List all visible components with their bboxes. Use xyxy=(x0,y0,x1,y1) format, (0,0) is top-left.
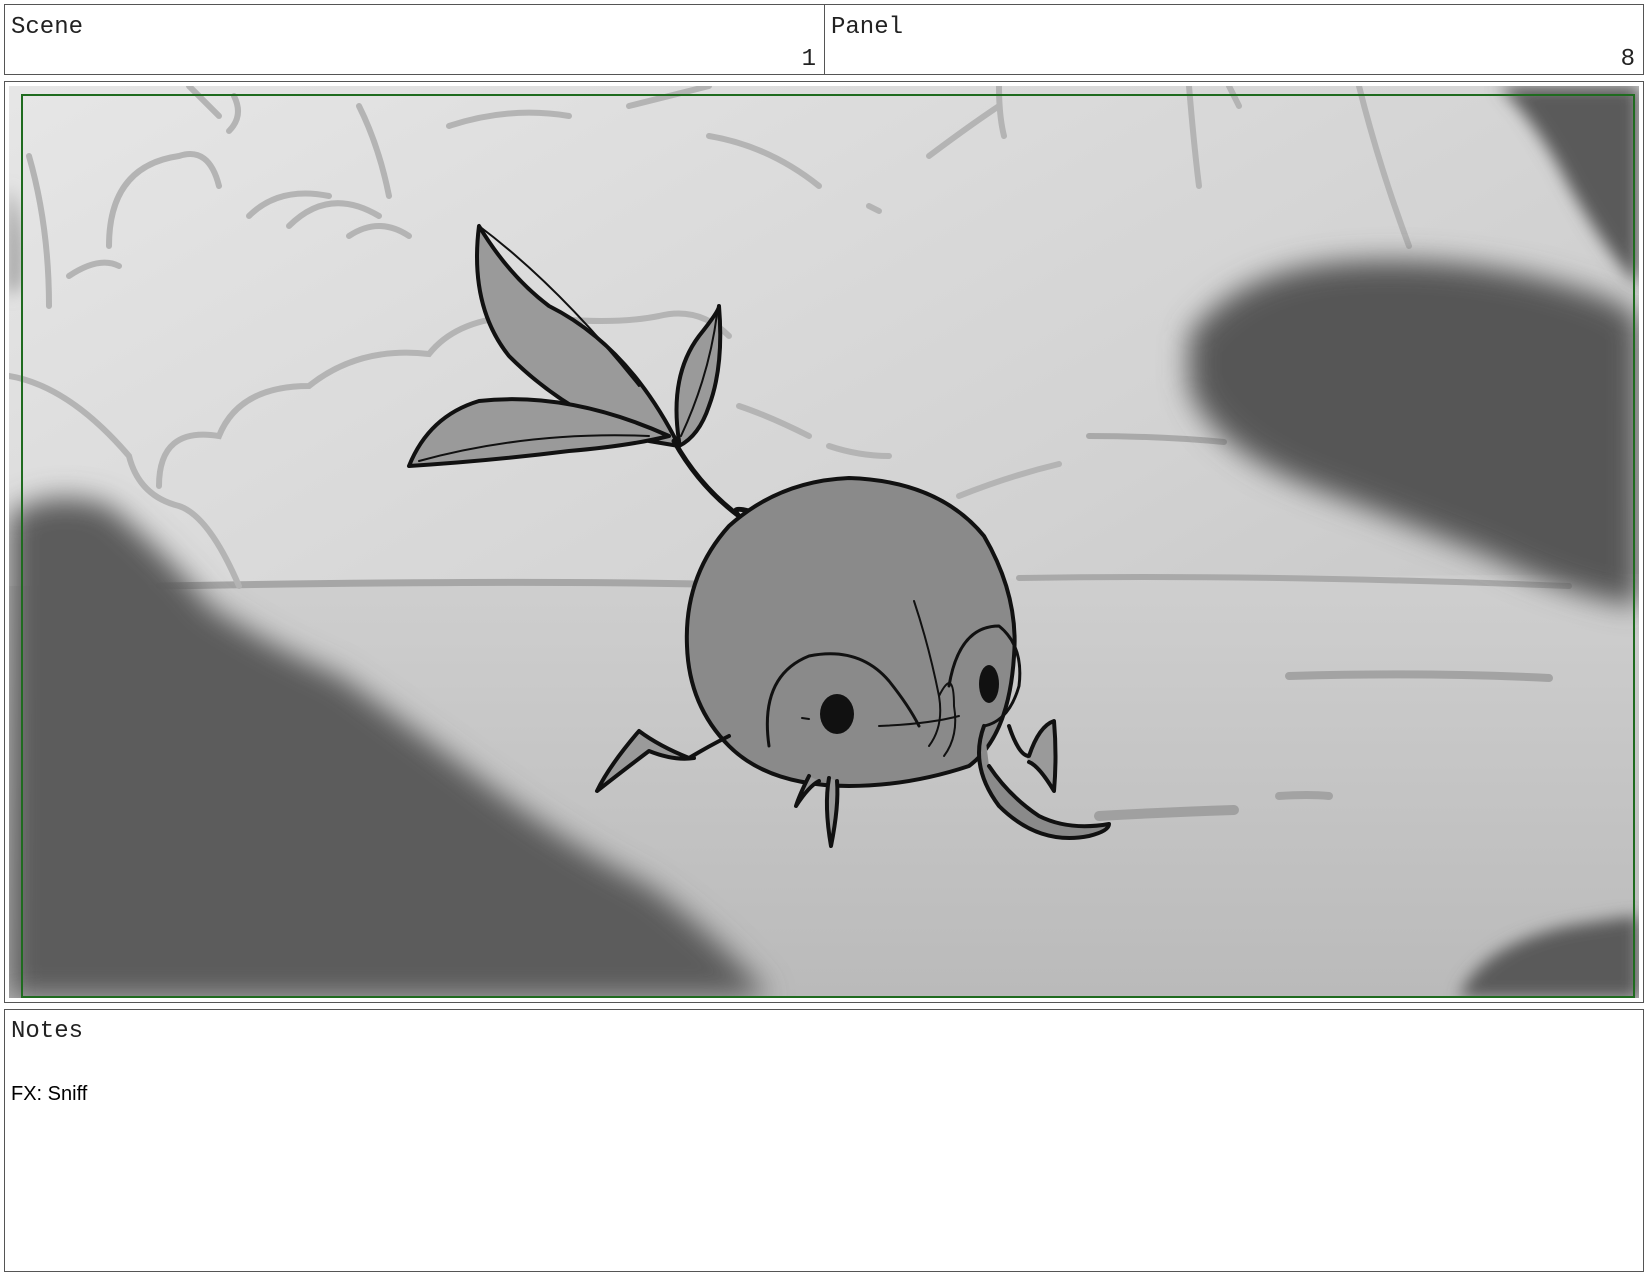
storyboard-sketch xyxy=(9,86,1639,998)
panel-number: 8 xyxy=(1620,46,1635,73)
sprout-eye-right xyxy=(979,665,999,703)
scene-label: Scene xyxy=(11,14,84,41)
sprout-body xyxy=(684,476,1017,788)
scene-number: 1 xyxy=(801,46,816,73)
notes-cell: Notes FX: Sniff xyxy=(4,1009,1644,1272)
notes-label: Notes xyxy=(11,1018,84,1045)
sprout-eye-left xyxy=(820,694,854,734)
ground-stroke xyxy=(1285,670,1553,682)
notes-text: FX: Sniff xyxy=(11,1083,88,1105)
scene-cell: Scene 1 xyxy=(4,4,825,75)
storyboard-image-frame xyxy=(4,81,1644,1003)
ground-stroke xyxy=(1094,805,1239,821)
ground-stroke xyxy=(1275,791,1333,800)
panel-cell: Panel 8 xyxy=(824,4,1644,75)
panel-label: Panel xyxy=(831,14,904,41)
sketch-drawing xyxy=(9,86,1639,998)
